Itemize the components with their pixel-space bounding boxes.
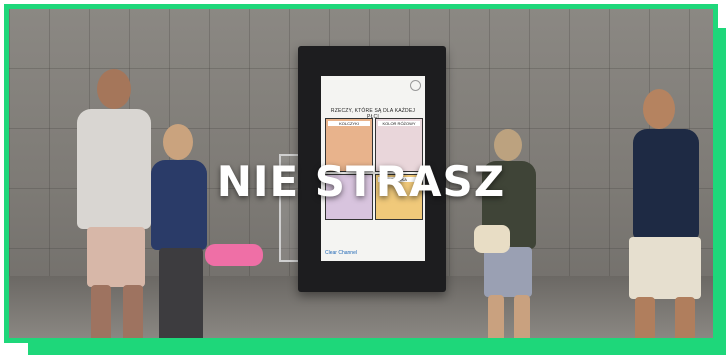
logo-icon — [410, 80, 421, 91]
overlay-title: NIE STRASZ — [216, 157, 506, 206]
photo-frame: RZECZY, KTÓRE SĄ DLA KAŻDEJ PŁCI KOLCZYK… — [4, 4, 718, 343]
pedestrian-4 — [609, 89, 709, 338]
brand-label: Clear Channel — [325, 250, 357, 256]
panel-label-1: KOLCZYKI — [328, 121, 370, 126]
accent-bar-bottom — [28, 343, 724, 355]
accent-bar-right — [718, 28, 726, 355]
panel-label-2: KOLOR RÓŻOWY — [378, 121, 420, 126]
